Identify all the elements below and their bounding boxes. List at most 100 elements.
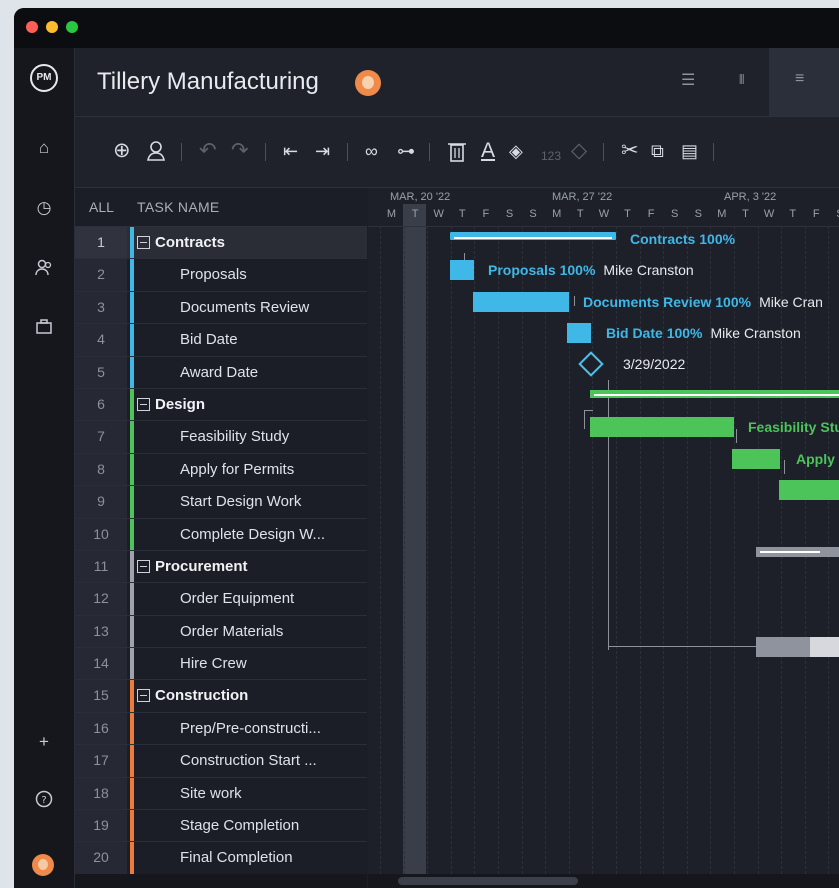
task-row[interactable]: 18 Site work <box>75 777 367 811</box>
title-bar <box>14 8 839 48</box>
task-name[interactable]: Order Materials <box>180 616 283 647</box>
copy-icon[interactable]: ⧉ <box>651 139 664 163</box>
task-name[interactable]: Final Completion <box>180 842 293 873</box>
proposals-bar[interactable] <box>450 260 474 280</box>
task-row[interactable]: 7 Feasibility Study <box>75 421 367 454</box>
day-grid-line <box>639 226 641 874</box>
cut-icon[interactable]: ✂ <box>621 139 639 163</box>
task-name[interactable]: Contracts <box>155 227 225 258</box>
start-design-work-bar[interactable] <box>779 480 839 500</box>
task-group-row[interactable]: 6 Design <box>75 388 367 422</box>
feasibility-study-bar[interactable] <box>590 417 734 437</box>
add-task-icon[interactable]: ⊕ <box>113 139 131 163</box>
col-task-name-header[interactable]: TASK NAME <box>137 199 220 215</box>
gantt-chart: MAR, 20 '22 MAR, 27 '22 APR, 3 '22 M T W T F… <box>368 188 839 888</box>
task-name[interactable]: Feasibility Study <box>180 421 289 452</box>
help-icon[interactable]: ? <box>32 790 56 814</box>
task-row[interactable]: 9 Start Design Work <box>75 486 367 519</box>
task-name[interactable]: Proposals <box>180 259 247 290</box>
close-window-button[interactable] <box>26 21 38 33</box>
task-name[interactable]: Construction Start ... <box>180 745 317 776</box>
task-name[interactable]: Stage Completion <box>180 810 299 841</box>
project-owner-avatar[interactable] <box>355 70 381 96</box>
task-name[interactable]: Apply for Permits <box>180 454 294 485</box>
documents-review-bar[interactable] <box>473 292 569 312</box>
people-icon[interactable] <box>32 258 56 282</box>
scroll-thumb[interactable] <box>398 877 578 885</box>
task-name[interactable]: Award Date <box>180 357 258 388</box>
assign-user-icon[interactable] <box>145 139 169 169</box>
row-number: 3 <box>75 291 127 324</box>
task-row[interactable]: 16 Prep/Pre-constructi... <box>75 712 367 746</box>
pm-logo[interactable]: PM <box>30 64 58 92</box>
number-icon[interactable]: 123 <box>541 144 561 168</box>
documents-review-bar-label: Documents Review 100% Mike Cran <box>583 294 823 310</box>
task-group-row[interactable]: 1 Contracts <box>75 227 367 260</box>
task-row[interactable]: 12 Order Equipment <box>75 583 367 616</box>
unlink-icon[interactable]: ⊶ <box>397 139 415 163</box>
task-row[interactable]: 3 Documents Review <box>75 291 367 325</box>
gantt-scrollbar[interactable] <box>368 874 839 888</box>
apply-permits-bar[interactable] <box>732 449 780 469</box>
task-name[interactable]: Hire Crew <box>180 648 247 679</box>
fill-color-icon[interactable]: ◈ <box>509 139 523 163</box>
collapse-icon[interactable] <box>137 559 150 573</box>
task-name[interactable]: Construction <box>155 680 248 711</box>
paste-icon[interactable]: ▤ <box>681 139 698 163</box>
link-icon[interactable]: ∞ <box>365 139 378 163</box>
task-group-row[interactable]: 15 Construction <box>75 680 367 713</box>
milestone-icon[interactable]: ◇ <box>571 139 587 163</box>
user-avatar[interactable] <box>32 854 54 876</box>
task-row[interactable]: 19 Stage Completion <box>75 810 367 843</box>
task-row[interactable]: 17 Construction Start ... <box>75 745 367 778</box>
task-row[interactable]: 2 Proposals <box>75 259 367 292</box>
hire-crew-bar[interactable] <box>756 637 810 657</box>
collapse-icon[interactable] <box>137 689 150 703</box>
group-color-bar <box>130 712 134 745</box>
task-row[interactable]: 10 Complete Design W... <box>75 518 367 551</box>
collapse-icon[interactable] <box>137 236 150 249</box>
task-row[interactable]: 14 Hire Crew <box>75 648 367 681</box>
task-name[interactable]: Order Equipment <box>180 583 294 614</box>
minimize-window-button[interactable] <box>46 21 58 33</box>
task-name[interactable]: Procurement <box>155 551 248 582</box>
task-name[interactable]: Bid Date <box>180 324 238 355</box>
day-grid-line <box>474 226 476 874</box>
day-label: T <box>742 208 749 220</box>
home-icon[interactable]: ⌂ <box>32 136 56 160</box>
task-row[interactable]: 13 Order Materials <box>75 615 367 649</box>
task-row[interactable]: 8 Apply for Permits <box>75 453 367 487</box>
day-grid-line <box>380 226 381 874</box>
gantt-view-icon[interactable]: ≡ <box>795 70 804 88</box>
maximize-window-button[interactable] <box>66 21 78 33</box>
task-name[interactable]: Site work <box>180 778 242 809</box>
board-view-icon[interactable]: ⫴ <box>739 72 744 88</box>
task-row[interactable]: 20 Final Completion <box>75 842 367 875</box>
row-number: 10 <box>75 518 127 550</box>
award-date-milestone[interactable] <box>578 351 604 377</box>
outdent-icon[interactable]: ⇤ <box>283 139 298 163</box>
task-name[interactable]: Start Design Work <box>180 486 301 517</box>
today-column <box>403 204 426 888</box>
task-name[interactable]: Prep/Pre-constructi... <box>180 713 321 744</box>
bid-date-bar-label: Bid Date 100% Mike Cranston <box>606 325 801 341</box>
task-row[interactable]: 4 Bid Date <box>75 324 367 357</box>
task-name[interactable]: Documents Review <box>180 292 309 323</box>
text-color-icon[interactable]: A <box>481 139 495 163</box>
task-group-row[interactable]: 11 Procurement <box>75 550 367 584</box>
grid-scrollbar[interactable] <box>75 874 367 888</box>
clock-icon[interactable]: ◷ <box>32 196 56 220</box>
list-view-icon[interactable]: ☰ <box>681 70 695 90</box>
delete-icon[interactable] <box>447 139 467 169</box>
task-name[interactable]: Design <box>155 389 205 420</box>
briefcase-icon[interactable] <box>32 318 56 342</box>
collapse-icon[interactable] <box>137 397 150 411</box>
redo-icon[interactable]: ↷ <box>231 139 249 163</box>
col-all-header[interactable]: ALL <box>89 199 114 215</box>
plus-icon[interactable]: + <box>32 730 56 754</box>
indent-icon[interactable]: ⇥ <box>315 139 330 163</box>
task-name[interactable]: Complete Design W... <box>180 519 325 550</box>
task-row[interactable]: 5 Award Date <box>75 356 367 389</box>
bid-date-bar[interactable] <box>567 323 591 343</box>
undo-icon[interactable]: ↶ <box>199 139 217 163</box>
